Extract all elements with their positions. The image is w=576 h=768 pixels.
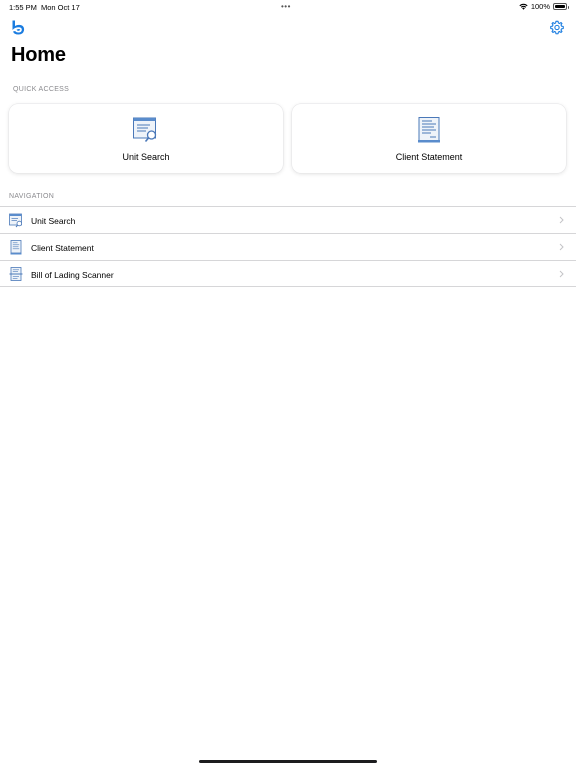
- nav-item-label: Bill of Lading Scanner: [31, 270, 114, 280]
- wifi-icon: [519, 3, 528, 10]
- navigation-header: NAVIGATION: [9, 193, 55, 200]
- battery-icon: [553, 3, 569, 10]
- multitasking-dots[interactable]: •••: [281, 2, 291, 11]
- unit-search-icon: [133, 117, 157, 143]
- quick-access-unit-search-label: Unit Search: [122, 152, 170, 162]
- quick-access-client-statement-label: Client Statement: [395, 152, 463, 162]
- client-statement-icon: [418, 117, 440, 143]
- navigation-list: Unit Search Client Statement Bill of Lad…: [0, 206, 576, 287]
- app-logo-icon: [12, 20, 25, 35]
- status-time: 1:55 PM: [9, 3, 37, 12]
- nav-item-unit-search[interactable]: Unit Search: [0, 206, 576, 233]
- chevron-right-icon: [559, 243, 564, 251]
- gear-icon[interactable]: [549, 19, 565, 36]
- quick-access-client-statement-card[interactable]: Client Statement: [292, 104, 566, 173]
- quick-access-header: QUICK ACCESS: [13, 86, 70, 93]
- chevron-right-icon: [559, 216, 564, 224]
- page-title: Home: [11, 44, 66, 66]
- chevron-right-icon: [559, 270, 564, 278]
- nav-item-client-statement[interactable]: Client Statement: [0, 233, 576, 260]
- battery-percent: 100%: [530, 2, 550, 11]
- bill-of-lading-scanner-icon: [9, 267, 23, 281]
- quick-access-unit-search-card[interactable]: Unit Search: [9, 104, 283, 173]
- navigation-bar: [0, 19, 576, 39]
- status-bar: 1:55 PM Mon Oct 17 ••• 100%: [0, 0, 576, 14]
- unit-search-icon: [9, 213, 22, 228]
- nav-item-label: Client Statement: [31, 243, 94, 253]
- home-indicator[interactable]: [199, 760, 377, 763]
- status-indicators: 100%: [519, 2, 569, 11]
- status-date: Mon Oct 17: [41, 3, 80, 12]
- nav-item-bill-of-lading-scanner[interactable]: Bill of Lading Scanner: [0, 260, 576, 287]
- nav-item-label: Unit Search: [31, 216, 76, 226]
- client-statement-icon: [10, 240, 22, 255]
